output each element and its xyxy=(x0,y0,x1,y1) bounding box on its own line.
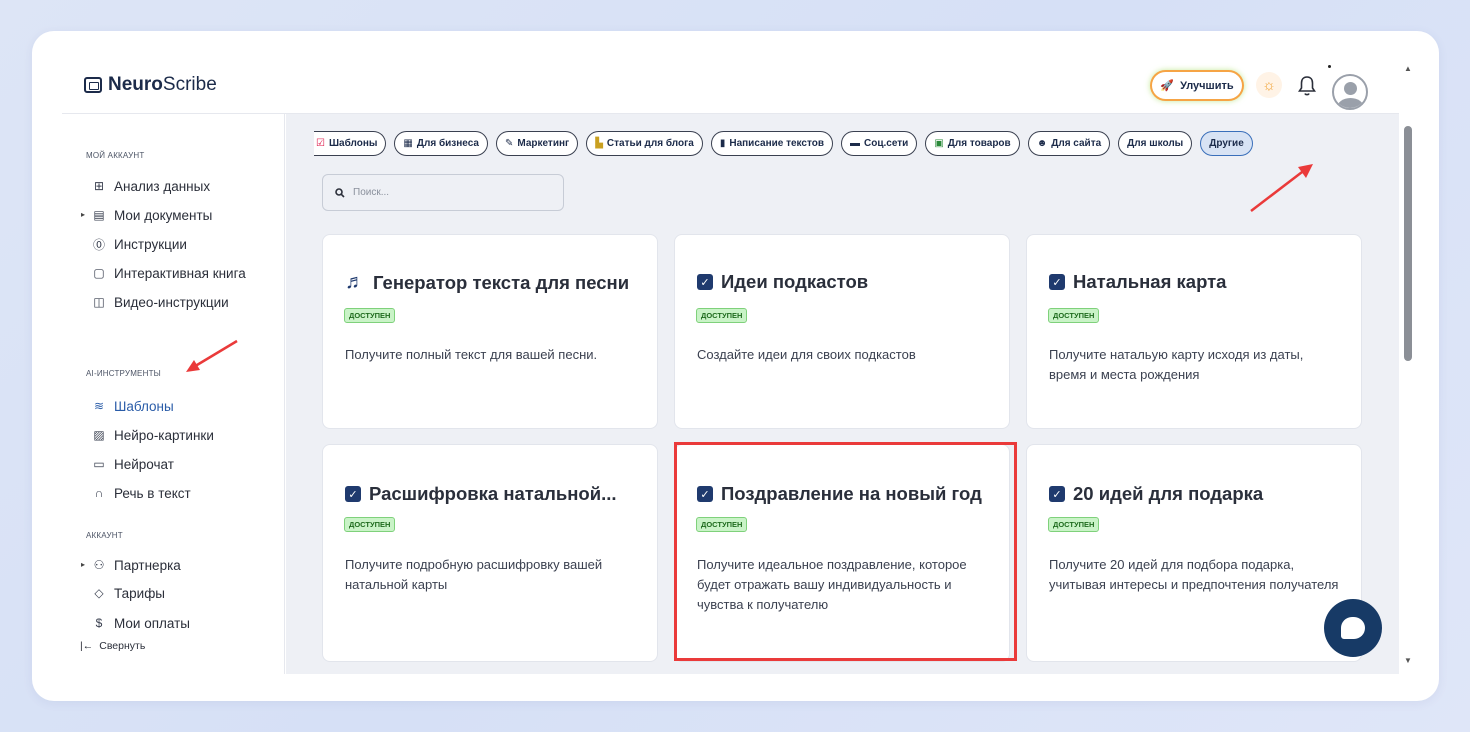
scroll-up-arrow[interactable]: ▲ xyxy=(1404,64,1412,73)
filter-chip-blog[interactable]: ▙ Статьи для блога xyxy=(586,131,703,156)
dollar-icon: $ xyxy=(95,616,103,630)
checkbox-icon: ☑ xyxy=(316,138,325,149)
box-icon: ▣ xyxy=(934,138,944,149)
section-title: АККАУНТ xyxy=(86,531,123,540)
card-title: ✓ Натальная карта xyxy=(1049,271,1226,293)
app-name: NeuroScribe xyxy=(108,74,217,95)
chevron-right-icon: ▸ xyxy=(81,560,86,569)
tag-icon: ◇ xyxy=(94,586,104,600)
rocket-icon: 🚀 xyxy=(1160,80,1175,92)
mask-icon: ☻ xyxy=(1036,138,1048,149)
collapse-arrow-icon: |← xyxy=(80,640,94,652)
music-icon: ♬ xyxy=(345,271,365,293)
sidebar-item-instructions[interactable]: ⓪ Инструкции xyxy=(92,234,187,254)
users-icon: ⚇ xyxy=(93,558,105,572)
search-placeholder: Поиск... xyxy=(353,187,390,198)
status-badge: ДОСТУПЕН xyxy=(1048,308,1100,323)
collapse-button[interactable]: |← Свернуть xyxy=(80,640,145,652)
card-description: Получите полный текст для вашей песни. xyxy=(345,347,598,362)
filter-chip-writing[interactable]: ▮ Написание текстов xyxy=(710,131,834,156)
filter-chip-school[interactable]: Для школы xyxy=(1118,131,1193,156)
document-icon: ▤ xyxy=(93,208,105,222)
notification-dot xyxy=(1328,65,1331,68)
calendar-icon: ▦ xyxy=(403,138,413,149)
sidebar: МОЙ АККАУНТ ⊞ Анализ данных ▸ ▤ Мои докумен… xyxy=(32,114,285,674)
memo-icon: ✎ xyxy=(504,138,514,149)
grid-icon: ⊞ xyxy=(93,179,105,193)
laptop-icon: ▬ xyxy=(850,138,861,149)
status-badge: ДОСТУПЕН xyxy=(1048,517,1100,532)
bell-icon[interactable] xyxy=(1297,75,1317,97)
sidebar-item-analytics[interactable]: ⊞ Анализ данных xyxy=(92,176,210,196)
city-icon: ▙ xyxy=(595,138,603,149)
sidebar-item-images[interactable]: ▨ Нейро-картинки xyxy=(92,425,214,445)
app-logo[interactable]: NeuroScribe xyxy=(84,74,217,96)
headphones-icon: ∩ xyxy=(94,486,104,500)
layers-icon: ≋ xyxy=(93,399,105,413)
filter-chip-business[interactable]: ▦ Для бизнеса xyxy=(394,131,488,156)
scrollbar-thumb[interactable] xyxy=(1404,126,1412,361)
filter-chip-social[interactable]: ▬ Соц.сети xyxy=(841,131,918,156)
sidebar-item-speech[interactable]: ∩ Речь в текст xyxy=(92,483,191,503)
scroll-down-arrow[interactable]: ▼ xyxy=(1404,656,1412,665)
help-icon: ⓪ xyxy=(92,237,105,252)
check-icon: ✓ xyxy=(1049,274,1065,290)
app-window: NeuroScribe 🚀 Улучшить ☼ ♬ Генератор текс… xyxy=(32,31,1439,701)
section-title: МОЙ АККАУНТ xyxy=(86,151,145,160)
template-card[interactable]: ✓ Натальная карта ДОСТУПЕН Получите натал… xyxy=(1026,234,1362,429)
sidebar-item-book[interactable]: ▢ Интерактивная книга xyxy=(92,263,245,283)
search-icon xyxy=(335,187,345,198)
check-icon: ✓ xyxy=(345,486,361,502)
check-icon: ✓ xyxy=(697,274,713,290)
card-description: Получите подробную расшифровку вашей нат… xyxy=(345,557,603,592)
filter-chip-other[interactable]: Другие xyxy=(1200,131,1253,156)
card-description: Получите натальую карту исходя из даты, … xyxy=(1049,347,1304,382)
annotation-arrow xyxy=(186,339,238,372)
sidebar-item-chat[interactable]: ▭ Нейрочат xyxy=(92,454,174,474)
logo-icon xyxy=(84,77,102,93)
filter-chip-marketing[interactable]: ✎ Маркетинг xyxy=(495,131,579,156)
card-description: Создайте идеи для своих подкастов xyxy=(697,347,916,362)
sidebar-item-templates[interactable]: ≋ Шаблоны xyxy=(92,396,174,416)
annotation-arrow xyxy=(1250,164,1313,212)
filter-chip-site[interactable]: ☻ Для сайта xyxy=(1027,131,1111,156)
filter-chip-products[interactable]: ▣ Для товаров xyxy=(925,131,1020,156)
search-input[interactable]: Поиск... xyxy=(322,174,564,211)
upgrade-button[interactable]: 🚀 Улучшить xyxy=(1152,72,1242,99)
chat-bubble-icon xyxy=(1341,617,1365,639)
check-icon: ✓ xyxy=(1049,486,1065,502)
video-icon: ◫ xyxy=(93,295,105,309)
filter-chip-templates[interactable]: ☑ Шаблоны xyxy=(314,131,387,156)
template-card[interactable]: ✓ 20 идей для подарка ДОСТУПЕН Получите 2… xyxy=(1026,444,1362,662)
sidebar-item-documents[interactable]: ▸ ▤ Мои документы xyxy=(81,205,212,225)
section-title: AI-ИНСТРУМЕНТЫ xyxy=(86,369,161,378)
template-card[interactable]: ♬ Генератор текста для песни ДОСТУПЕН Пол… xyxy=(322,234,658,429)
phone-icon: ▮ xyxy=(719,138,726,149)
chevron-right-icon: ▸ xyxy=(81,210,86,219)
card-title: ✓ 20 идей для подарка xyxy=(1049,483,1263,505)
sidebar-item-partner[interactable]: ▸ ⚇ Партнерка xyxy=(81,555,181,575)
template-card[interactable]: ✓ Идеи подкастов ДОСТУПЕН Создайте идеи д… xyxy=(674,234,1010,429)
card-title: ♬ Генератор текста для песни xyxy=(345,271,630,293)
avatar[interactable] xyxy=(1332,74,1368,110)
image-icon: ▨ xyxy=(93,428,105,442)
card-title: ✓ Идеи подкастов xyxy=(697,271,868,293)
category-filters: ☑ Шаблоны ▦ Для бизнеса ✎ Маркетинг ▙ Статьи… xyxy=(314,131,1253,156)
sidebar-item-video[interactable]: ◫ Видео-инструкции xyxy=(92,292,228,312)
sidebar-item-payments[interactable]: $ Мои оплаты xyxy=(92,613,190,633)
theme-toggle-sun-icon[interactable]: ☼ xyxy=(1256,72,1282,98)
upgrade-label: Улучшить xyxy=(1180,79,1234,92)
card-title: ✓ Расшифровка натальной... xyxy=(345,483,617,505)
sidebar-item-tariffs[interactable]: ◇ Тарифы xyxy=(92,583,165,603)
template-card[interactable]: ✓ Расшифровка натальной... ДОСТУПЕН Получ… xyxy=(322,444,658,662)
chat-widget-button[interactable] xyxy=(1324,599,1382,657)
highlight-box xyxy=(674,442,1017,661)
status-badge: ДОСТУПЕН xyxy=(344,308,396,323)
chat-icon: ▭ xyxy=(93,457,105,471)
card-description: Получите 20 идей для подбора подарка, уч… xyxy=(1049,557,1339,592)
status-badge: ДОСТУПЕН xyxy=(696,308,748,323)
book-icon: ▢ xyxy=(93,266,105,280)
status-badge: ДОСТУПЕН xyxy=(344,517,396,532)
